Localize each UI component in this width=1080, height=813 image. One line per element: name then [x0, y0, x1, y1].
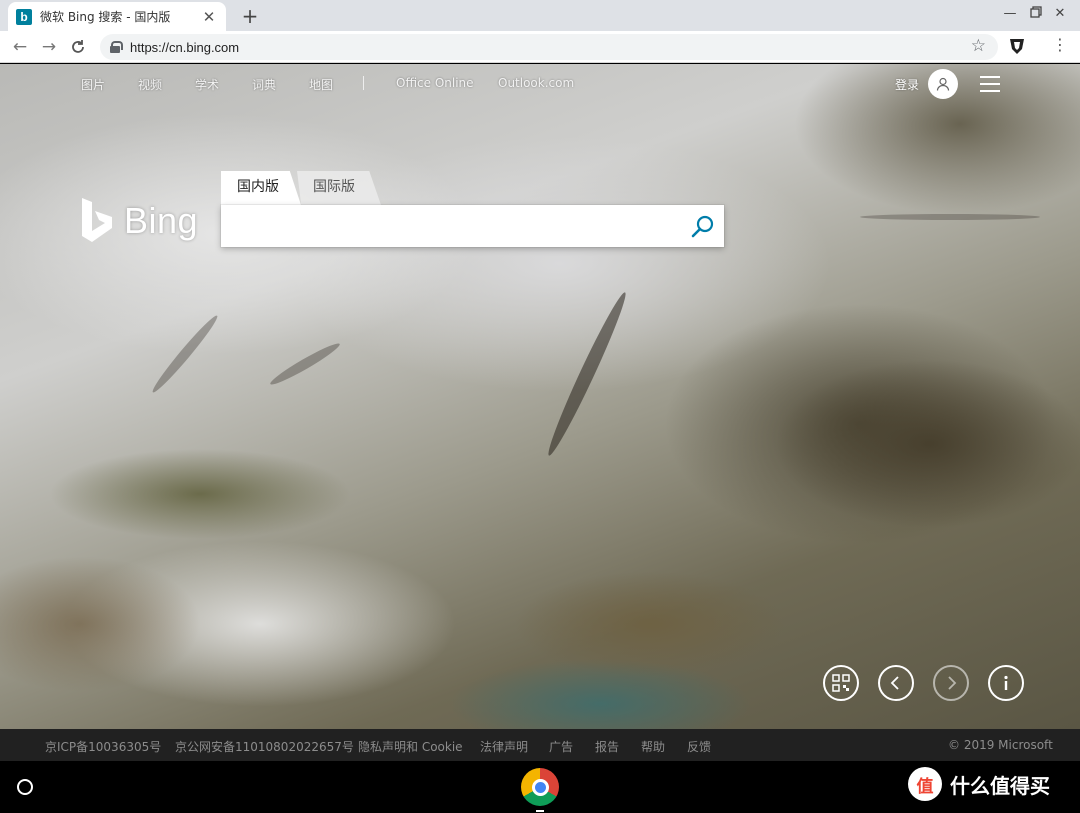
browser-toolbar: ← → https://cn.bing.com ☆ ⋮: [0, 31, 1080, 63]
previous-image-button[interactable]: [878, 665, 914, 701]
footer-copyright: © 2019 Microsoft: [948, 738, 1053, 752]
launcher-icon[interactable]: [17, 779, 33, 795]
os-shelf: 值 什么值得买: [0, 761, 1080, 813]
arrow-left-icon[interactable]: ←: [9, 36, 31, 58]
footer-link-legal[interactable]: 法律声明: [480, 738, 528, 755]
footer-link-privacy[interactable]: 隐私声明和 Cookie: [358, 738, 463, 755]
signin-link[interactable]: 登录: [895, 76, 919, 93]
watermark: 值 什么值得买: [908, 767, 1050, 801]
page-footer: 京ICP备10036305号 京公网安备11010802022657号 隐私声明…: [0, 729, 1080, 761]
tab-strip: b 微软 Bing 搜索 - 国内版 ✕ + — ✕: [0, 0, 1080, 31]
window-close-icon[interactable]: ✕: [1048, 6, 1072, 21]
chrome-app-icon[interactable]: [521, 768, 559, 806]
next-image-button[interactable]: [933, 665, 969, 701]
nav-videos[interactable]: 视频: [138, 76, 162, 93]
nav-images[interactable]: 图片: [81, 76, 105, 93]
minimize-icon[interactable]: —: [998, 6, 1022, 21]
nav-maps[interactable]: 地图: [309, 76, 333, 93]
lock-icon: [110, 41, 123, 53]
tab-international[interactable]: 国际版: [297, 171, 381, 205]
app-running-indicator: [536, 810, 544, 812]
background-image: [542, 289, 632, 459]
nav-separator: [363, 76, 364, 90]
address-bar[interactable]: https://cn.bing.com ☆: [100, 34, 998, 60]
footer-link-help[interactable]: 帮助: [641, 738, 665, 755]
nav-outlook[interactable]: Outlook.com: [498, 76, 574, 90]
bing-logo: Bing: [80, 198, 198, 244]
plus-icon[interactable]: +: [240, 4, 260, 28]
bing-logo-text: Bing: [124, 200, 199, 241]
search-box: [221, 205, 724, 247]
chevron-left-icon: [890, 676, 899, 690]
qr-code-button[interactable]: [823, 665, 859, 701]
url-text: https://cn.bing.com: [130, 39, 240, 55]
watermark-badge-icon: 值: [908, 767, 942, 801]
close-icon[interactable]: ✕: [200, 8, 218, 26]
footer-link-icp[interactable]: 京ICP备10036305号: [45, 738, 161, 755]
browser-tab-bing[interactable]: b 微软 Bing 搜索 - 国内版 ✕: [8, 2, 226, 31]
background-image: [149, 312, 221, 396]
search-icon[interactable]: [690, 214, 716, 240]
user-avatar-icon[interactable]: [928, 69, 958, 99]
nav-office-online[interactable]: Office Online: [396, 76, 474, 90]
chevron-right-icon: [948, 676, 957, 690]
image-info-button[interactable]: [988, 665, 1024, 701]
arrow-right-icon[interactable]: →: [38, 36, 60, 58]
bing-logo-mark-icon: [82, 198, 112, 242]
shield-extension-icon[interactable]: [1008, 37, 1026, 55]
bing-favicon-icon: b: [16, 8, 32, 25]
search-input[interactable]: [233, 213, 673, 239]
background-image: [860, 214, 1040, 220]
tab-title: 微软 Bing 搜索 - 国内版: [40, 10, 171, 24]
nav-dictionary[interactable]: 词典: [252, 76, 276, 93]
hamburger-menu-icon[interactable]: [980, 76, 1000, 92]
background-image: [267, 339, 343, 389]
footer-link-ads[interactable]: 广告: [549, 738, 573, 755]
watermark-text: 什么值得买: [950, 773, 1050, 798]
nav-academic[interactable]: 学术: [195, 76, 219, 93]
tab-domestic[interactable]: 国内版: [221, 171, 301, 205]
reload-icon[interactable]: [67, 36, 89, 58]
footer-link-report[interactable]: 报告: [595, 738, 619, 755]
footer-link-police[interactable]: 京公网安备11010802022657号: [175, 738, 354, 755]
star-icon[interactable]: ☆: [971, 36, 986, 56]
restore-icon[interactable]: [1024, 6, 1048, 22]
bing-homepage: 图片 视频 学术 词典 地图 Office Online Outlook.com…: [0, 64, 1080, 729]
info-icon: [1004, 675, 1008, 690]
vertical-dots-icon[interactable]: ⋮: [1052, 35, 1068, 54]
footer-link-feedback[interactable]: 反馈: [687, 738, 711, 755]
qr-code-icon: [832, 674, 850, 692]
